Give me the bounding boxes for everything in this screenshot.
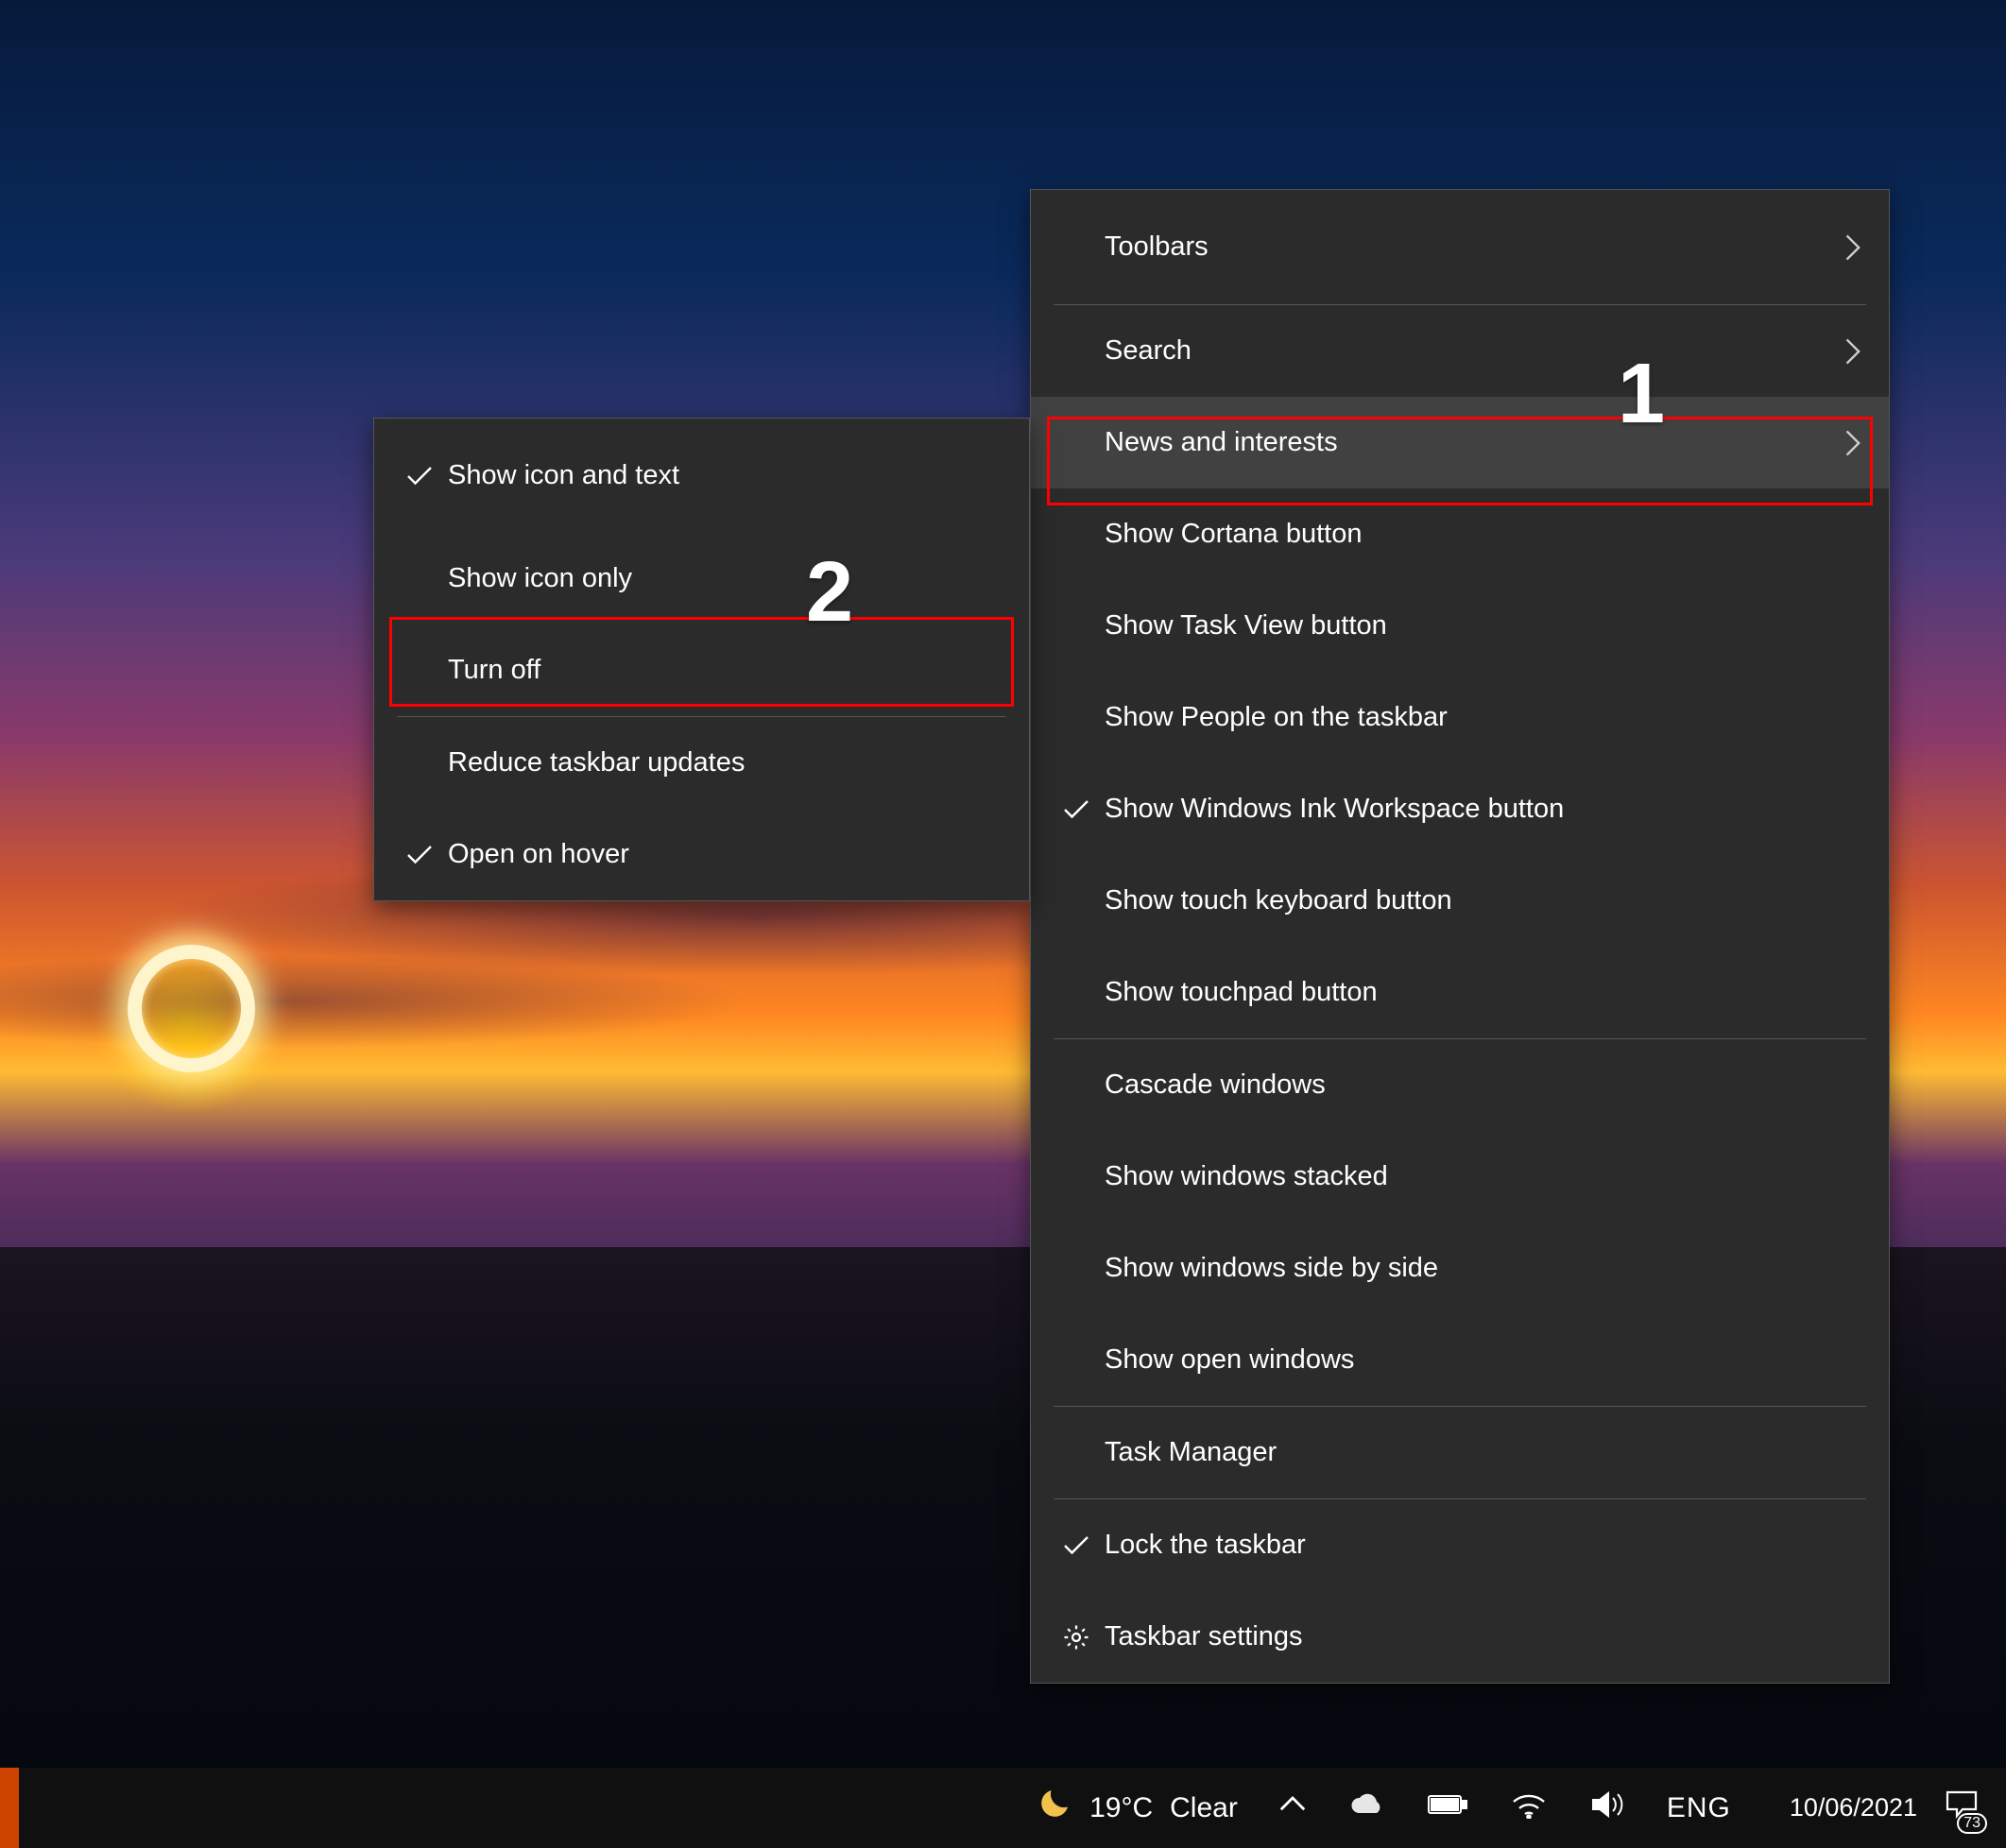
check-icon	[1054, 1534, 1099, 1557]
taskbar-date[interactable]: 10/06/2021	[1763, 1793, 1944, 1822]
menu-label: Open on hover	[442, 839, 1006, 870]
menu-item-taskbar-settings[interactable]: Taskbar settings	[1031, 1591, 1889, 1683]
volume-icon[interactable]	[1589, 1788, 1625, 1828]
menu-item-news-interests[interactable]: News and interests	[1031, 397, 1889, 488]
news-interests-submenu: Show icon and text Show icon only Turn o…	[373, 418, 1030, 901]
menu-label: Show windows side by side	[1099, 1253, 1866, 1284]
menu-label: Lock the taskbar	[1099, 1530, 1866, 1561]
menu-label: Show windows stacked	[1099, 1161, 1866, 1192]
action-center-icon[interactable]: 73	[1944, 1788, 2006, 1828]
gear-icon	[1054, 1623, 1099, 1651]
menu-item-touch-keyboard[interactable]: Show touch keyboard button	[1031, 855, 1889, 947]
menu-item-ink-workspace[interactable]: Show Windows Ink Workspace button	[1031, 763, 1889, 855]
menu-label: Task Manager	[1099, 1437, 1866, 1468]
check-icon	[1054, 798, 1099, 821]
menu-label: Show touchpad button	[1099, 977, 1866, 1008]
weather-temperature: 19°C	[1089, 1792, 1153, 1824]
menu-item-cascade[interactable]: Cascade windows	[1031, 1039, 1889, 1131]
language-indicator[interactable]: ENG	[1667, 1792, 1731, 1824]
battery-icon[interactable]	[1427, 1792, 1468, 1824]
menu-label: Cascade windows	[1099, 1069, 1866, 1101]
submenu-item-reduce-updates[interactable]: Reduce taskbar updates	[374, 717, 1029, 809]
taskbar-context-menu: Toolbars Search News and interests Show …	[1030, 189, 1890, 1684]
taskbar[interactable]: 19°C Clear ENG 10/06/2021 73	[0, 1768, 2006, 1848]
tray-chevron-up-icon[interactable]	[1279, 1791, 1306, 1825]
system-tray: ENG	[1266, 1788, 1763, 1828]
menu-label: Show Task View button	[1099, 610, 1866, 642]
menu-item-task-manager[interactable]: Task Manager	[1031, 1407, 1889, 1498]
menu-label: Show icon and text	[442, 460, 1006, 491]
submenu-item-turn-off[interactable]: Turn off	[374, 625, 1029, 716]
menu-label: Reduce taskbar updates	[442, 747, 1006, 779]
check-icon	[397, 844, 442, 866]
weather-condition: Clear	[1170, 1792, 1238, 1824]
chevron-right-icon	[1838, 429, 1866, 457]
menu-item-lock-taskbar[interactable]: Lock the taskbar	[1031, 1499, 1889, 1591]
chevron-right-icon	[1838, 233, 1866, 262]
menu-item-stacked[interactable]: Show windows stacked	[1031, 1131, 1889, 1223]
menu-item-toolbars[interactable]: Toolbars	[1031, 190, 1889, 304]
menu-label: Show People on the taskbar	[1099, 702, 1866, 733]
menu-item-touchpad[interactable]: Show touchpad button	[1031, 947, 1889, 1038]
onedrive-icon[interactable]	[1347, 1792, 1385, 1824]
wifi-icon[interactable]	[1510, 1790, 1548, 1826]
submenu-item-icon-and-text[interactable]: Show icon and text	[374, 419, 1029, 533]
moon-icon	[1035, 1786, 1072, 1831]
menu-item-cortana[interactable]: Show Cortana button	[1031, 488, 1889, 580]
menu-item-people[interactable]: Show People on the taskbar	[1031, 672, 1889, 763]
menu-item-open-windows[interactable]: Show open windows	[1031, 1314, 1889, 1406]
menu-label: Taskbar settings	[1099, 1621, 1866, 1652]
menu-label: Show open windows	[1099, 1344, 1866, 1376]
menu-label: Search	[1099, 335, 1838, 367]
menu-label: Show icon only	[442, 563, 1006, 594]
taskbar-left-accent	[0, 1768, 19, 1848]
menu-label: Toolbars	[1099, 231, 1838, 263]
menu-item-search[interactable]: Search	[1031, 305, 1889, 397]
menu-label: News and interests	[1099, 427, 1838, 458]
submenu-item-open-on-hover[interactable]: Open on hover	[374, 809, 1029, 900]
menu-label: Show Windows Ink Workspace button	[1099, 794, 1866, 825]
menu-label: Show touch keyboard button	[1099, 885, 1866, 916]
wallpaper-eclipse	[128, 945, 255, 1072]
notification-count-badge: 73	[1957, 1813, 1987, 1834]
submenu-item-icon-only[interactable]: Show icon only	[374, 533, 1029, 625]
menu-label: Turn off	[442, 655, 1006, 686]
menu-item-task-view[interactable]: Show Task View button	[1031, 580, 1889, 672]
menu-label: Show Cortana button	[1099, 519, 1866, 550]
check-icon	[397, 465, 442, 488]
taskbar-weather-widget[interactable]: 19°C Clear	[1006, 1786, 1266, 1831]
chevron-right-icon	[1838, 337, 1866, 366]
menu-item-side-by-side[interactable]: Show windows side by side	[1031, 1223, 1889, 1314]
